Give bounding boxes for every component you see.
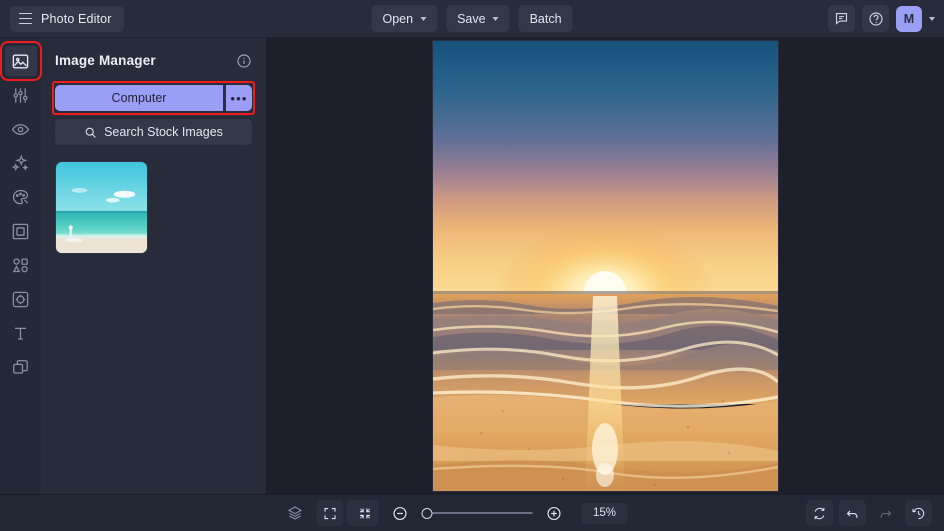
source-selector: Computer ••• [55,85,252,111]
sidebar-item-paint[interactable] [5,182,37,212]
beach-thumbnail[interactable] [55,161,148,254]
zoom-slider-knob[interactable] [421,507,433,519]
batch-button[interactable]: Batch [518,5,573,32]
chevron-down-icon [420,16,427,21]
sidebar-item-image-manager[interactable] [0,41,42,81]
sidebar-item-adjust[interactable] [5,80,37,110]
fit-to-screen-icon[interactable] [351,500,379,526]
search-label: Search Stock Images [104,125,223,139]
sidebar-item-layers[interactable] [5,352,37,382]
redo-icon[interactable] [872,500,899,526]
zoom-level-value[interactable]: 15% [581,502,628,524]
sidebar-item-text[interactable] [5,318,37,348]
zoom-slider-track[interactable] [432,512,533,514]
reset-rotate-icon[interactable] [806,500,833,526]
avatar[interactable]: M [896,5,922,32]
app-header: Photo Editor Open Save Batch M [0,0,944,38]
zoom-in-icon[interactable] [541,500,568,526]
app-title: Photo Editor [41,11,112,26]
chevron-down-icon [492,16,499,21]
save-label: Save [457,11,486,26]
layers-stack-icon[interactable] [281,500,308,526]
history-icon[interactable] [905,500,932,526]
tool-rail [0,38,42,494]
sidebar-item-frames[interactable] [5,216,37,246]
panel-header: Image Manager [55,38,252,79]
search-stock-images-button[interactable]: Search Stock Images [55,119,252,145]
header-right-actions: M [828,5,935,32]
fullscreen-icon[interactable] [316,500,344,526]
sidebar-item-retouch[interactable] [5,114,37,144]
sunset-beach-photo[interactable] [433,41,778,491]
app-body: Image Manager Computer ••• Search Stock … [0,38,944,494]
open-button[interactable]: Open [371,5,438,32]
computer-source-button[interactable]: Computer [55,85,223,111]
header-tools: Open Save Batch [371,5,573,32]
image-manager-panel: Image Manager Computer ••• Search Stock … [41,38,267,494]
app-brand[interactable]: Photo Editor [10,5,124,32]
photo-editor-app: Photo Editor Open Save Batch M Image Man… [0,0,944,531]
thumbnail-grid [55,161,252,254]
help-icon[interactable] [862,5,889,32]
search-icon [84,126,97,139]
source-selector-row: Computer ••• [52,81,255,115]
info-icon[interactable] [236,53,252,69]
chat-icon[interactable] [828,5,855,32]
source-more-button[interactable]: ••• [226,85,252,111]
chevron-down-icon[interactable] [929,16,935,21]
batch-label: Batch [529,11,562,26]
zoom-slider[interactable] [421,507,533,519]
sidebar-item-effects[interactable] [5,148,37,178]
bottom-toolbar: 15% [0,494,944,531]
hamburger-icon[interactable] [19,13,32,24]
sidebar-item-shapes[interactable] [5,250,37,280]
canvas-area[interactable] [267,38,944,494]
save-button[interactable]: Save [446,5,510,32]
zoom-out-icon[interactable] [387,500,414,526]
undo-icon[interactable] [839,500,866,526]
page-title: Image Manager [55,53,156,68]
sidebar-item-stickers[interactable] [5,284,37,314]
history-controls [806,500,932,526]
zoom-controls: 15% [316,500,628,526]
open-label: Open [382,11,414,26]
